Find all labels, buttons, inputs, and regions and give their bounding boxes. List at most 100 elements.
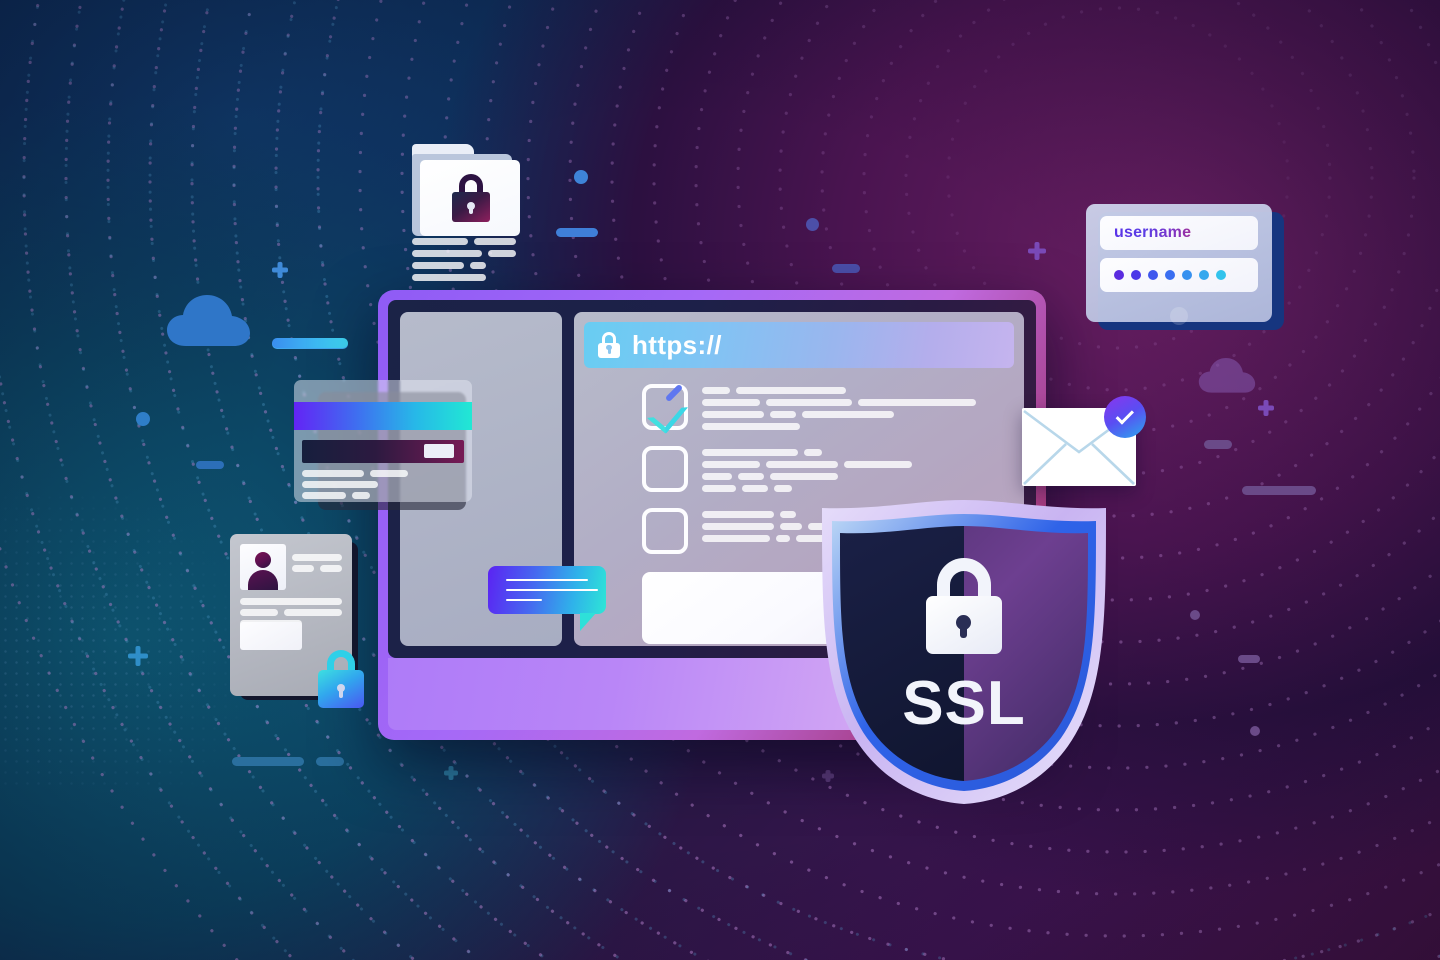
text-line bbox=[770, 473, 838, 480]
text-line-group bbox=[412, 250, 516, 257]
decor-plus bbox=[272, 262, 288, 278]
text-line bbox=[766, 399, 852, 406]
decor-dot bbox=[136, 412, 150, 426]
text-line-group bbox=[302, 492, 422, 499]
password-dots bbox=[1114, 270, 1226, 280]
credit-card-stripe bbox=[294, 402, 472, 430]
person-icon bbox=[240, 544, 286, 590]
checkbox-unchecked[interactable] bbox=[642, 508, 688, 554]
text-line bbox=[702, 511, 774, 518]
verified-check-badge bbox=[1104, 396, 1146, 438]
text-line-group bbox=[702, 485, 912, 492]
text-line bbox=[474, 238, 516, 245]
lock-icon bbox=[598, 332, 620, 358]
text-line-group bbox=[240, 609, 342, 616]
text-line bbox=[702, 523, 774, 530]
text-line bbox=[292, 554, 342, 561]
decor-plus bbox=[444, 766, 458, 780]
text-line-group bbox=[702, 449, 912, 456]
text-line bbox=[780, 523, 802, 530]
decor-plus bbox=[128, 646, 148, 666]
signature-box bbox=[424, 444, 454, 458]
checkbox-row[interactable] bbox=[584, 446, 1014, 492]
id-card-field bbox=[240, 622, 302, 650]
text-line bbox=[742, 485, 768, 492]
password-dot bbox=[1182, 270, 1192, 280]
text-line-group bbox=[702, 387, 976, 394]
id-card-header-lines bbox=[292, 554, 342, 572]
checkbox-row[interactable] bbox=[584, 383, 1014, 430]
checkbox-text-lines bbox=[702, 446, 912, 492]
password-dot bbox=[1165, 270, 1175, 280]
decor-dash bbox=[1204, 440, 1232, 449]
check-icon bbox=[1115, 405, 1134, 425]
text-line-group bbox=[412, 238, 516, 245]
password-dot bbox=[1114, 270, 1124, 280]
username-field[interactable]: username bbox=[1100, 216, 1258, 250]
checkbox-text-lines bbox=[702, 384, 976, 430]
text-line bbox=[702, 423, 800, 430]
text-line bbox=[320, 565, 342, 572]
decor-dot bbox=[574, 170, 588, 184]
text-line bbox=[240, 609, 278, 616]
credit-card-text-lines bbox=[302, 470, 422, 499]
text-line bbox=[302, 470, 364, 477]
url-text: https:// bbox=[632, 330, 722, 360]
text-line bbox=[702, 485, 736, 492]
text-line bbox=[844, 461, 912, 468]
text-line bbox=[702, 535, 770, 542]
text-line-group bbox=[412, 274, 516, 281]
text-line bbox=[412, 238, 469, 245]
text-line bbox=[412, 262, 464, 269]
decor-plus bbox=[1028, 242, 1046, 260]
decor-dot bbox=[806, 218, 819, 231]
text-line bbox=[770, 411, 796, 418]
credit-card[interactable] bbox=[294, 380, 472, 502]
text-line bbox=[412, 274, 486, 281]
decor-dot bbox=[1190, 610, 1200, 620]
text-line bbox=[470, 262, 486, 269]
text-line bbox=[702, 449, 798, 456]
username-value: username bbox=[1114, 224, 1192, 241]
decor-dash bbox=[1238, 655, 1260, 663]
text-line bbox=[702, 461, 760, 468]
text-line bbox=[370, 470, 408, 477]
lock-icon bbox=[318, 650, 364, 708]
text-line bbox=[766, 461, 838, 468]
text-line bbox=[736, 387, 846, 394]
chat-bubble[interactable] bbox=[488, 566, 606, 631]
text-line bbox=[302, 492, 346, 499]
password-dot bbox=[1199, 270, 1209, 280]
decor-dash bbox=[196, 461, 224, 469]
decor-dash bbox=[1242, 486, 1316, 495]
text-line-group bbox=[292, 554, 342, 561]
chat-line bbox=[506, 579, 588, 581]
text-line-group bbox=[702, 473, 912, 480]
ssl-shield[interactable]: SSL bbox=[806, 496, 1122, 808]
text-line-group bbox=[412, 262, 516, 269]
checkbox-checked[interactable] bbox=[642, 383, 688, 430]
password-dot bbox=[1148, 270, 1158, 280]
chat-bubble-tail bbox=[580, 613, 596, 631]
illustration-canvas: https:// username SSL bbox=[0, 0, 1440, 960]
chat-line bbox=[506, 589, 598, 591]
ssl-label: SSL bbox=[902, 669, 1026, 738]
text-line bbox=[780, 511, 796, 518]
text-line bbox=[702, 399, 760, 406]
decor-dot bbox=[1250, 726, 1260, 736]
text-line bbox=[858, 399, 976, 406]
lock-icon bbox=[926, 558, 1002, 654]
checkbox-unchecked[interactable] bbox=[642, 446, 688, 492]
chat-line bbox=[506, 599, 542, 601]
password-field[interactable] bbox=[1100, 258, 1258, 292]
address-bar[interactable]: https:// bbox=[584, 322, 1014, 368]
text-line-group bbox=[702, 411, 976, 418]
text-line bbox=[352, 492, 370, 499]
text-line-group bbox=[292, 565, 342, 572]
text-line bbox=[284, 609, 342, 616]
text-line bbox=[738, 473, 764, 480]
text-line bbox=[240, 598, 342, 605]
login-card[interactable]: username bbox=[1086, 204, 1272, 325]
cloud-icon bbox=[166, 292, 254, 353]
cloud-icon bbox=[1198, 356, 1258, 399]
